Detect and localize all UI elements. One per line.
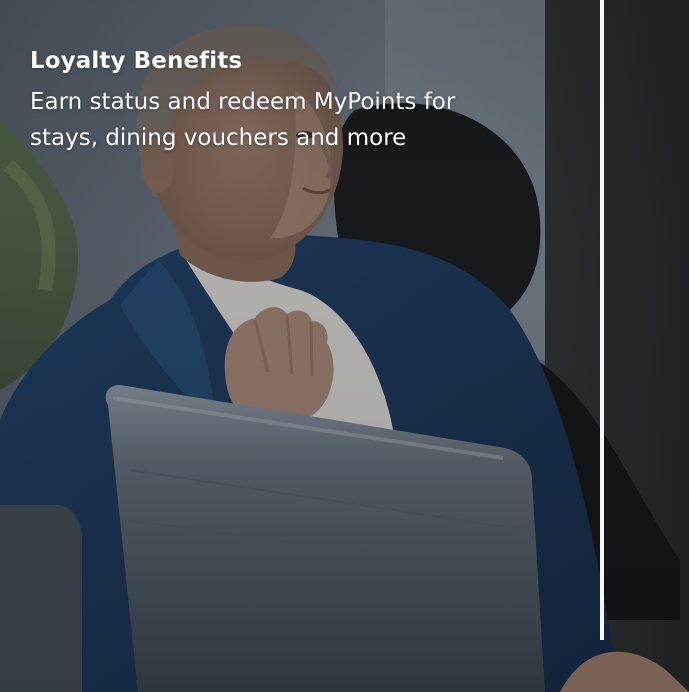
card-title: Loyalty Benefits <box>30 48 243 74</box>
vertical-divider-line <box>600 0 604 640</box>
loyalty-benefits-card[interactable]: Loyalty Benefits Earn status and redeem … <box>0 0 689 692</box>
card-description: Earn status and redeem MyPoints for stay… <box>30 89 456 151</box>
card-caption: Loyalty Benefits Earn status and redeem … <box>30 46 570 156</box>
